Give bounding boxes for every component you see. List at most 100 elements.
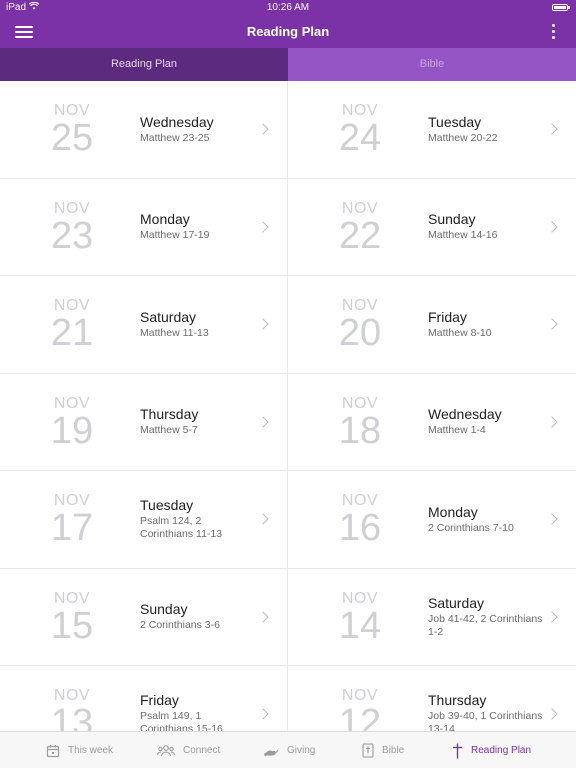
entry-passage: Matthew 14-16 (428, 229, 498, 242)
entry-weekday: Saturday (140, 308, 197, 325)
entry-weekday: Friday (428, 308, 467, 325)
bottom-tab-connect[interactable]: Connect (157, 732, 220, 769)
entry-day-number: 19 (50, 409, 94, 452)
entry-day-number: 24 (338, 117, 382, 159)
entry-day-number: 15 (50, 604, 94, 647)
entry-weekday: Wednesday (140, 113, 214, 130)
entry-day-number: 22 (338, 214, 382, 257)
bottom-tab-label: This week (68, 745, 114, 756)
bottom-tab-reading-plan[interactable]: Reading Plan (452, 732, 531, 769)
entry-text-block: Tuesday Matthew 20-22 (428, 81, 546, 178)
entry-day-number: 21 (50, 312, 94, 354)
entry-day-number: 17 (50, 507, 94, 549)
chevron-right-icon (257, 123, 269, 135)
tab-reading-plan[interactable]: Reading Plan (0, 48, 288, 81)
entry-passage: 2 Corinthians 7-10 (428, 521, 514, 534)
bottom-tab-bar: This week Connect Giving Bible Reading P… (0, 731, 576, 768)
reading-plan-entry[interactable]: NOV 17 Tuesday Psalm 124, 2 Corinthians 11-… (0, 471, 288, 569)
reading-plan-entry[interactable]: NOV 20 Friday Matthew 8-10 (288, 276, 576, 374)
entry-weekday: Monday (140, 211, 190, 228)
status-bar: iPad 10:26 AM (0, 0, 576, 16)
reading-plan-entry[interactable]: NOV 25 Wednesday Matthew 23-25 (0, 81, 288, 179)
segment-tabs: Reading Plan Bible (0, 48, 576, 81)
entry-text-block: Saturday Matthew 11-13 (140, 276, 257, 373)
page-title: Reading Plan (246, 24, 330, 39)
giving-hand-icon (263, 745, 279, 757)
entry-weekday: Saturday (428, 594, 485, 611)
reading-plan-entry[interactable]: NOV 12 Thursday Job 39-40, 1 Corinthians 13… (288, 666, 576, 731)
chevron-right-icon (546, 220, 558, 233)
entry-text-block: Friday Psalm 149, 1 Corinthians 15-16 (140, 666, 257, 731)
navigation-bar: Reading Plan (0, 16, 576, 48)
entry-weekday: Sunday (140, 601, 188, 618)
reading-plan-entry[interactable]: NOV 15 Sunday 2 Corinthians 3-6 (0, 568, 288, 666)
chevron-right-icon (257, 708, 269, 720)
chevron-right-icon (546, 513, 558, 525)
reading-plan-grid: NOV 25 Wednesday Matthew 23-25 NOV 24 Tuesday M… (0, 81, 576, 731)
reading-plan-entry[interactable]: NOV 22 Sunday Matthew 14-16 (288, 178, 576, 276)
bottom-tab-label: Giving (287, 745, 316, 756)
tab-bible[interactable]: Bible (288, 48, 576, 81)
reading-plan-entry[interactable]: NOV 18 Wednesday Matthew 1-4 (288, 373, 576, 471)
entry-passage: Matthew 8-10 (428, 326, 492, 339)
entry-day-number: 20 (338, 312, 382, 354)
chevron-right-icon (257, 415, 269, 428)
cross-icon (452, 743, 463, 759)
reading-plan-entry[interactable]: NOV 14 Saturday Job 41-42, 2 Corinthians 1-… (288, 568, 576, 666)
entry-weekday: Thursday (428, 692, 487, 709)
reading-plan-entry[interactable]: NOV 13 Friday Psalm 149, 1 Corinthians 15-1… (0, 666, 288, 731)
bottom-tab-this-week[interactable]: This week (46, 732, 113, 769)
entry-passage: Job 41-42, 2 Corinthians 1-2 (428, 612, 543, 638)
entry-text-block: Saturday Job 41-42, 2 Corinthians 1-2 (428, 569, 546, 666)
entry-text-block: Thursday Job 39-40, 1 Corinthians 13-14 (428, 666, 546, 731)
entry-weekday: Wednesday (428, 406, 502, 423)
chevron-right-icon (546, 318, 558, 330)
entry-weekday: Tuesday (140, 497, 194, 514)
bottom-tab-label: Connect (183, 745, 221, 756)
entry-text-block: Wednesday Matthew 1-4 (428, 374, 546, 471)
entry-passage: Matthew 1-4 (428, 424, 486, 437)
entry-weekday: Tuesday (428, 113, 482, 130)
entry-passage: Job 39-40, 1 Corinthians 13-14 (428, 710, 543, 731)
entry-text-block: Friday Matthew 8-10 (428, 276, 546, 373)
entry-weekday: Friday (140, 692, 179, 709)
entry-day-number: 16 (338, 507, 382, 549)
entry-passage: Matthew 20-22 (428, 131, 498, 144)
chevron-right-icon (546, 610, 558, 623)
entry-passage: Matthew 23-25 (140, 131, 210, 144)
entry-text-block: Sunday 2 Corinthians 3-6 (140, 569, 257, 666)
reading-plan-entry[interactable]: NOV 23 Monday Matthew 17-19 (0, 178, 288, 276)
people-icon (157, 744, 175, 757)
chevron-right-icon (257, 610, 269, 623)
battery-icon (552, 4, 570, 11)
bottom-tab-giving[interactable]: Giving (263, 732, 315, 769)
entry-text-block: Sunday Matthew 14-16 (428, 179, 546, 276)
entry-weekday: Monday (428, 503, 478, 520)
reading-plan-entry[interactable]: NOV 19 Thursday Matthew 5-7 (0, 373, 288, 471)
entry-text-block: Wednesday Matthew 23-25 (140, 81, 257, 178)
bottom-tab-label: Bible (382, 745, 405, 756)
entry-text-block: Tuesday Psalm 124, 2 Corinthians 11-13 (140, 471, 257, 568)
reading-plan-entry[interactable]: NOV 16 Monday 2 Corinthians 7-10 (288, 471, 576, 569)
bottom-tab-label: Reading Plan (471, 745, 532, 756)
bible-icon (362, 743, 374, 758)
entry-passage: Matthew 5-7 (140, 424, 198, 437)
status-time: 10:26 AM (266, 2, 310, 13)
chevron-right-icon (257, 220, 269, 233)
entry-day-number: 25 (50, 117, 94, 159)
reading-plan-entry[interactable]: NOV 24 Tuesday Matthew 20-22 (288, 81, 576, 179)
entry-passage: Psalm 149, 1 Corinthians 15-16 (140, 710, 223, 731)
entry-weekday: Thursday (140, 406, 199, 423)
chevron-right-icon (546, 123, 558, 135)
more-options-icon[interactable] (552, 24, 556, 40)
entry-day-number: 12 (338, 702, 382, 731)
chevron-right-icon (546, 415, 558, 428)
chevron-right-icon (257, 318, 269, 330)
entry-day-number: 18 (338, 409, 382, 452)
entry-day-number: 23 (50, 214, 94, 257)
entry-day-number: 14 (338, 604, 382, 647)
entry-passage: 2 Corinthians 3-6 (140, 619, 220, 632)
reading-plan-entry[interactable]: NOV 21 Saturday Matthew 11-13 (0, 276, 288, 374)
bottom-tab-bible[interactable]: Bible (362, 732, 404, 769)
entry-text-block: Thursday Matthew 5-7 (140, 374, 257, 471)
